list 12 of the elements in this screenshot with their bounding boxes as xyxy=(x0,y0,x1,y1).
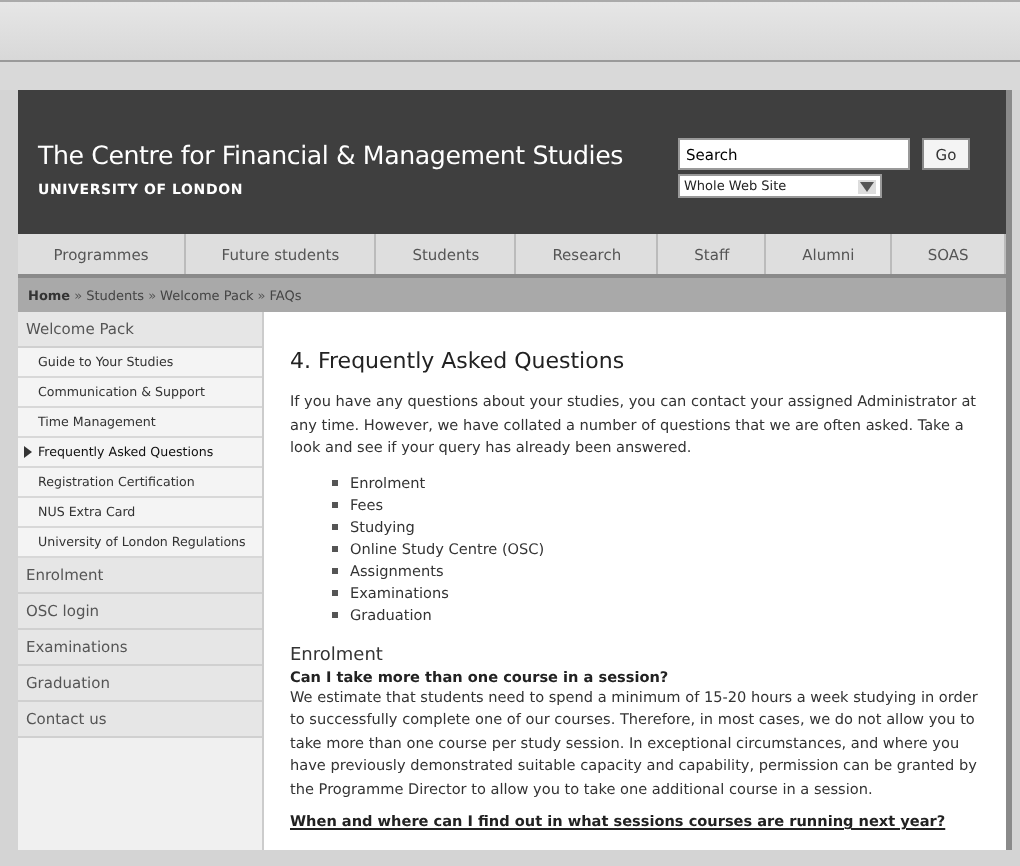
site-title[interactable]: The Centre for Financial & Management Studies xyxy=(38,140,678,170)
page-heading: 4. Frequently Asked Questions xyxy=(290,348,627,374)
dropdown-arrow-icon xyxy=(858,179,876,193)
bullet-icon xyxy=(332,501,338,507)
pointer-icon xyxy=(24,446,32,458)
bullet-icon xyxy=(332,567,338,573)
bullet-icon xyxy=(332,479,338,485)
section-heading: Enrolment xyxy=(290,645,385,665)
bullet-icon xyxy=(332,589,338,595)
bullet-icon xyxy=(332,545,338,551)
bullet-icon xyxy=(332,523,338,529)
bullet-icon xyxy=(332,611,338,617)
